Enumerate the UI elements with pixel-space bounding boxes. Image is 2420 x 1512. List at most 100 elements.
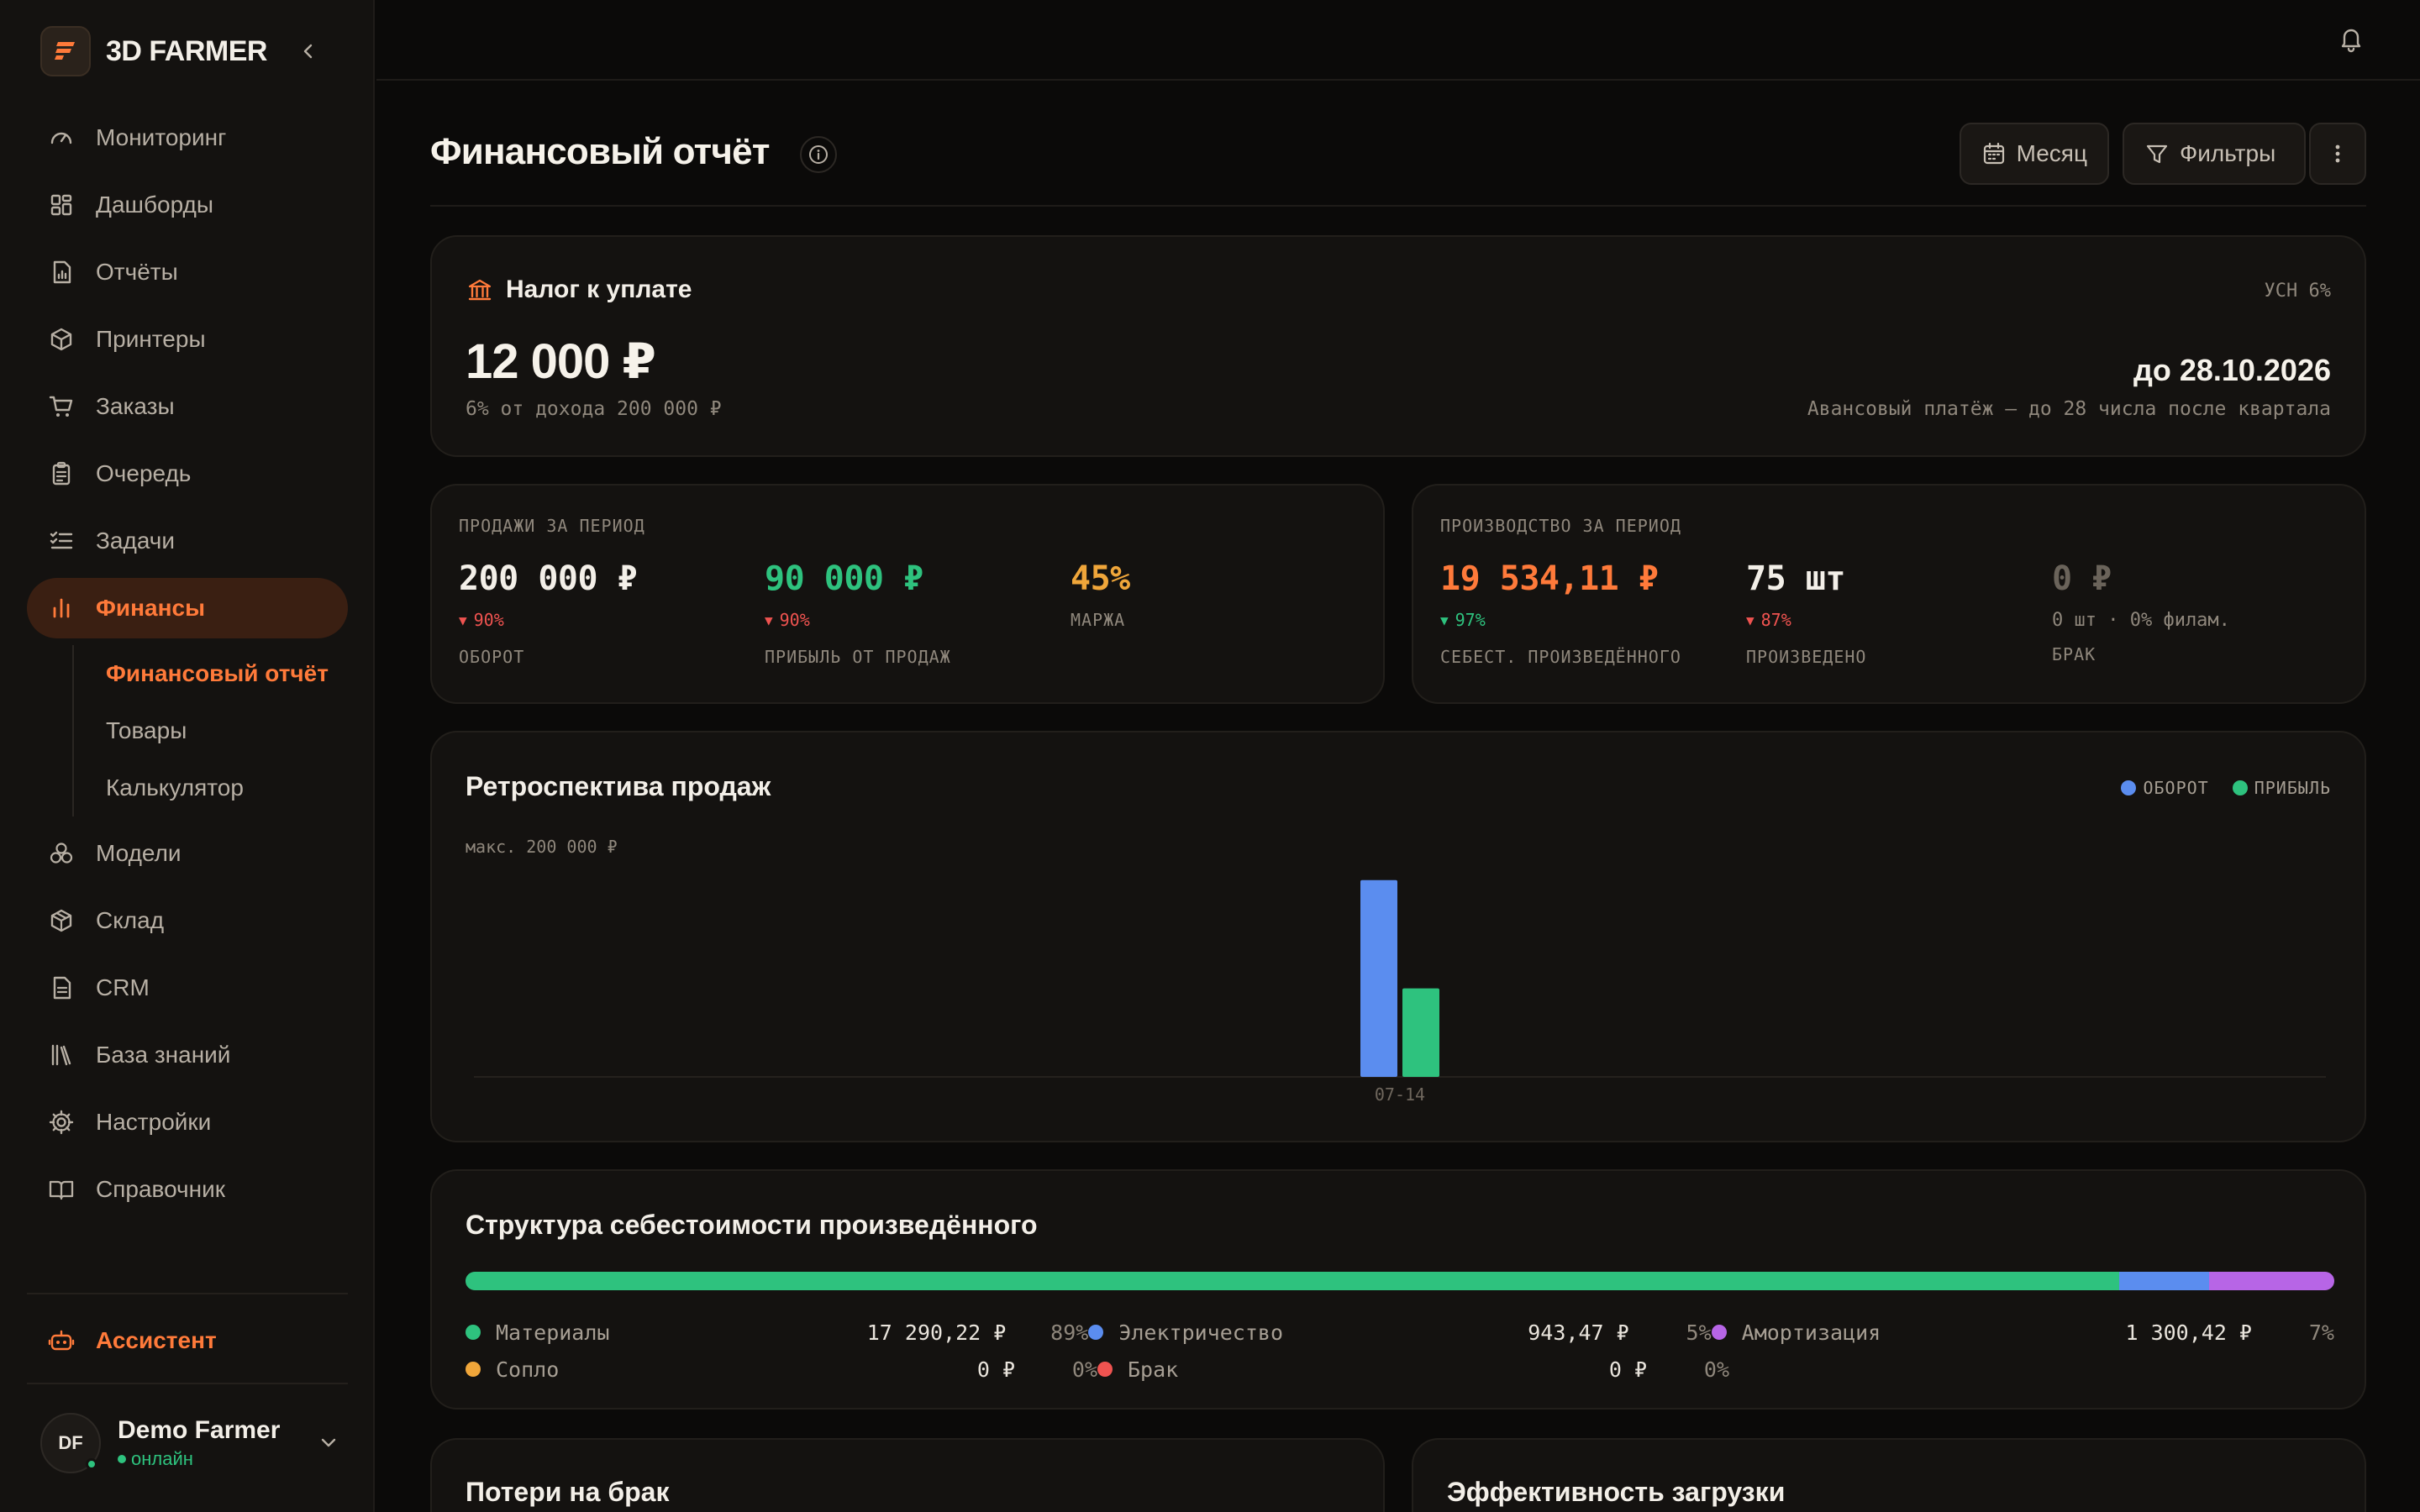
margin-value: 45% xyxy=(1071,559,1130,598)
load-efficiency-title: Эффективность загрузки xyxy=(1447,1477,1786,1507)
sidebar-item-tasks[interactable]: Задачи xyxy=(27,511,348,571)
assistant-button[interactable]: Ассистент xyxy=(47,1320,217,1361)
calendar-icon xyxy=(1981,141,2007,166)
sidebar-item-crm[interactable]: CRM xyxy=(27,958,348,1018)
chevron-left-icon xyxy=(303,44,313,59)
chevron-down-icon[interactable] xyxy=(314,1428,343,1457)
chart-bar-revenue[interactable] xyxy=(1360,879,1397,1077)
cost-bar-segment xyxy=(466,1272,2120,1290)
profit-value: 90 000 ₽ xyxy=(765,559,923,598)
cost-name: Сопло xyxy=(496,1357,560,1382)
sidebar-item-warehouse[interactable]: Склад xyxy=(27,890,348,951)
defect-losses-card: Потери на брак xyxy=(430,1438,1385,1512)
cost-structure-bar xyxy=(466,1272,2334,1290)
cost-value: 0 ₽ xyxy=(976,1357,1015,1382)
user-name: Demo Farmer xyxy=(118,1416,281,1444)
cost-row: Материалы 17 290,22 ₽ 89% Электричество … xyxy=(466,1314,2334,1351)
bank-icon xyxy=(466,276,494,304)
revenue-change-value: 90% xyxy=(473,610,504,630)
filters-button[interactable]: Фильтры xyxy=(2123,123,2306,185)
more-vertical-icon xyxy=(2335,144,2340,163)
cost-caption: СЕБЕСТ. ПРОИЗВЕДЁННОГО xyxy=(1440,647,1681,667)
profit-change-value: 90% xyxy=(779,610,810,630)
cost-item-materials: Материалы 17 290,22 ₽ 89% xyxy=(466,1320,1088,1345)
sidebar-item-settings[interactable]: Настройки xyxy=(27,1092,348,1152)
sidebar-item-label: Финансы xyxy=(96,595,205,621)
tax-amount: 12 000 ₽ xyxy=(466,334,656,389)
tax-title-label: Налог к уплате xyxy=(506,276,692,303)
warehouse-icon xyxy=(47,906,76,935)
cost-structure-title: Структура себестоимости произведённого xyxy=(466,1210,1038,1240)
cost-item-defect: Брак 0 ₽ 0% xyxy=(1097,1357,1729,1382)
avatar: DF xyxy=(40,1413,101,1473)
printer-box-icon xyxy=(47,325,76,354)
defect-caption: БРАК xyxy=(2052,644,2096,664)
sidebar-item-monitoring[interactable]: Мониторинг xyxy=(27,108,348,168)
subnav-item-calculator[interactable]: Калькулятор xyxy=(106,759,348,816)
cart-icon xyxy=(47,392,76,421)
info-icon[interactable] xyxy=(800,136,837,173)
tax-title: Налог к уплате xyxy=(466,276,692,304)
gear-icon xyxy=(47,1108,76,1137)
user-menu[interactable]: DF Demo Farmer онлайн xyxy=(40,1411,343,1475)
models-icon xyxy=(47,839,76,868)
cost-pct: 0% xyxy=(1703,1357,1729,1382)
cost-name: Амортизация xyxy=(1741,1320,1881,1345)
period-button[interactable]: Месяц xyxy=(1960,123,2109,185)
sidebar-item-reports[interactable]: Отчёты xyxy=(27,242,348,302)
sidebar-item-handbook[interactable]: Справочник xyxy=(27,1159,348,1220)
tax-basis: 6% от дохода 200 000 ₽ xyxy=(466,398,722,420)
bell-icon[interactable] xyxy=(2333,20,2370,57)
produced-caption: ПРОИЗВЕДЕНО xyxy=(1746,647,1867,667)
cost-value: 943,47 ₽ xyxy=(1528,1320,1629,1345)
sidebar-divider xyxy=(27,1383,348,1384)
chart-max-label: макс. 200 000 ₽ xyxy=(466,837,618,857)
load-efficiency-card: Эффективность загрузки xyxy=(1412,1438,2366,1512)
sidebar-item-label: CRM xyxy=(96,974,150,1000)
subnav-item-financial-report[interactable]: Финансовый отчёт xyxy=(106,645,348,702)
more-options-button[interactable] xyxy=(2309,123,2366,185)
brand-logo-icon xyxy=(40,26,91,76)
cost-pct: 7% xyxy=(2308,1320,2334,1345)
sidebar-item-printers[interactable]: Принтеры xyxy=(27,309,348,370)
sidebar-item-queue[interactable]: Очередь xyxy=(27,444,348,504)
sidebar-item-orders[interactable]: Заказы xyxy=(27,376,348,437)
produced-change-value: 87% xyxy=(1760,610,1791,630)
margin-metric: 45% МАРЖА xyxy=(1071,559,1130,630)
tax-due-note: Авансовый платёж — до 28 числа после ква… xyxy=(1807,398,2331,420)
cost-name: Брак xyxy=(1128,1357,1179,1382)
profit-change: ▼ 90% xyxy=(765,610,951,630)
cost-value: 1 300,42 ₽ xyxy=(2125,1320,2252,1345)
sidebar-item-label: Справочник xyxy=(96,1176,225,1202)
cost-item-electricity: Электричество 943,47 ₽ 5% xyxy=(1088,1320,1712,1345)
sidebar-item-knowledge-base[interactable]: База знаний xyxy=(27,1025,348,1085)
cost-row: Сопло 0 ₽ 0% Брак 0 ₽ 0% xyxy=(466,1351,2334,1388)
chart-bar-profit[interactable] xyxy=(1402,988,1439,1077)
sidebar-item-label: Склад xyxy=(96,907,165,933)
sales-card: ПРОДАЖИ ЗА ПЕРИОД 200 000 ₽ ▼ 90% ОБОРОТ … xyxy=(430,484,1385,704)
trend-down-icon: ▼ xyxy=(459,612,467,628)
chart-x-tick-label: 07-14 xyxy=(1375,1084,1425,1105)
sidebar-item-label: Дашборды xyxy=(96,192,213,218)
collapse-sidebar-button[interactable] xyxy=(294,37,323,66)
trend-down-icon: ▼ xyxy=(1440,612,1449,628)
sales-bar-chart: 07-14 xyxy=(474,879,2326,1105)
sidebar-item-finance[interactable]: Финансы xyxy=(27,578,348,638)
cost-structure-legend: Материалы 17 290,22 ₽ 89% Электричество … xyxy=(466,1314,2334,1388)
period-label: Месяц xyxy=(2016,140,2087,166)
filters-label: Фильтры xyxy=(2180,140,2276,166)
defect-losses-title: Потери на брак xyxy=(466,1477,670,1507)
sidebar-item-label: Очередь xyxy=(96,460,192,486)
tax-regime: УСН 6% xyxy=(2264,281,2331,302)
subnav-item-products[interactable]: Товары xyxy=(106,702,348,759)
brand[interactable]: 3D FARMER xyxy=(40,26,267,76)
sidebar-item-label: База знаний xyxy=(96,1042,231,1068)
brand-name: 3D FARMER xyxy=(106,34,267,67)
sidebar-item-dashboards[interactable]: Дашборды xyxy=(27,175,348,235)
sidebar-item-label: Мониторинг xyxy=(96,124,227,150)
library-icon xyxy=(47,1041,76,1069)
legend-label: ПРИБЫЛЬ xyxy=(2254,778,2331,798)
cost-swatch xyxy=(466,1325,481,1340)
sidebar-item-models[interactable]: Модели xyxy=(27,823,348,884)
sidebar-item-label: Принтеры xyxy=(96,326,206,352)
